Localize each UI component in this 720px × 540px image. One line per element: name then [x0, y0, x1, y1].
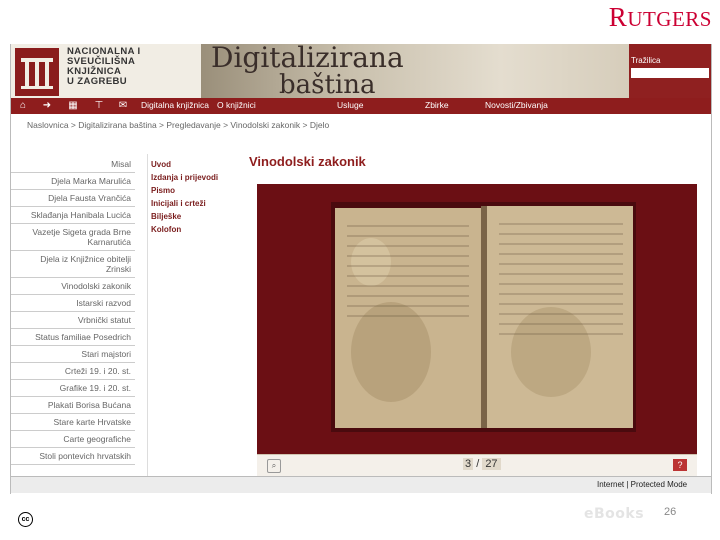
menu-item[interactable]: Vazetje Sigeta grada Brne Karnarutića: [11, 224, 135, 251]
menu-item[interactable]: Stoli pontevich hrvatskih: [11, 448, 135, 465]
breadcrumb[interactable]: Naslovnica > Digitalizirana baština > Pr…: [27, 120, 329, 130]
submenu-item[interactable]: Pismo: [151, 186, 221, 195]
arrow-icon[interactable]: ➜: [41, 100, 53, 111]
browser-status-bar: Internet | Protected Mode: [11, 476, 711, 493]
sitemap-icon[interactable]: ▦: [67, 100, 79, 111]
viewer-controls: ⌕ 3 / 27 ?: [257, 454, 697, 477]
site-header: NACIONALNA I SVEUČILIŠNA KNJIŽNICA U ZAG…: [11, 44, 711, 98]
menu-item[interactable]: Misal: [11, 156, 135, 173]
home-icon[interactable]: ⌂: [17, 100, 29, 111]
security-zone: Internet | Protected Mode: [597, 480, 688, 489]
search-input[interactable]: [631, 68, 709, 78]
submenu-item[interactable]: Uvod: [151, 160, 221, 169]
manuscript-image: [331, 202, 636, 432]
tree-icon[interactable]: ⊤: [93, 100, 105, 111]
menu-item[interactable]: Sklađanja Hanibala Lucića: [11, 207, 135, 224]
menu-item[interactable]: Stari majstori: [11, 346, 135, 363]
library-name: NACIONALNA I SVEUČILIŠNA KNJIŽNICA U ZAG…: [67, 46, 141, 87]
menu-item[interactable]: Plakati Borisa Bućana: [11, 397, 135, 414]
menu-item[interactable]: Djela Marka Marulića: [11, 173, 135, 190]
menu-item[interactable]: Vrbnički statut: [11, 312, 135, 329]
zoom-icon[interactable]: ⌕: [267, 459, 281, 473]
rutgers-logo: RUTGERS: [608, 2, 712, 32]
nav-digitalna-knjiznica[interactable]: Digitalna knjižnica: [141, 100, 209, 110]
banner-subtitle: baština: [279, 70, 376, 98]
banner-title: Digitalizirana: [211, 44, 404, 74]
submenu-item[interactable]: Izdanja i prijevodi: [151, 173, 221, 182]
nav-novosti[interactable]: Novosti/Zbivanja: [485, 100, 548, 110]
submenu-item[interactable]: Bilješke: [151, 212, 221, 221]
submenu-item[interactable]: Inicijali i crteži: [151, 199, 221, 208]
menu-item[interactable]: Status familiae Posedrich: [11, 329, 135, 346]
book-viewer[interactable]: [257, 184, 697, 454]
slide-number: 26: [664, 506, 677, 518]
menu-item[interactable]: Djela iz Knjižnice obitelji Zrinski: [11, 251, 135, 278]
page-navigator: 3 / 27: [463, 458, 501, 470]
work-submenu: Uvod Izdanja i prijevodi Pismo Inicijali…: [151, 160, 221, 238]
total-pages: 27: [482, 458, 501, 470]
menu-item[interactable]: Grafike 19. i 20. st.: [11, 380, 135, 397]
creative-commons-icon: cc: [18, 512, 33, 527]
page-title: Vinodolski zakonik: [249, 154, 366, 169]
menu-item[interactable]: Djela Fausta Vrančića: [11, 190, 135, 207]
nav-zbirke[interactable]: Zbirke: [425, 100, 449, 110]
collection-menu: Misal Djela Marka Marulića Djela Fausta …: [11, 156, 135, 465]
ebooks-logo: eBooks: [584, 506, 645, 522]
mail-icon[interactable]: ✉: [117, 100, 129, 111]
submenu-item[interactable]: Kolofon: [151, 225, 221, 234]
browser-screenshot: NACIONALNA I SVEUČILIŠNA KNJIŽNICA U ZAG…: [10, 44, 712, 494]
menu-item[interactable]: Vinodolski zakonik: [11, 278, 135, 295]
main-nav: ⌂ ➜ ▦ ⊤ ✉ Digitalna knjižnica O knjižnic…: [11, 98, 711, 114]
help-icon[interactable]: ?: [673, 459, 687, 471]
library-logo[interactable]: NACIONALNA I SVEUČILIŠNA KNJIŽNICA U ZAG…: [11, 44, 201, 98]
menu-item[interactable]: Carte geografiche: [11, 431, 135, 448]
library-emblem-icon: [15, 48, 59, 96]
nav-o-knjiznici[interactable]: O knjižnici: [217, 100, 256, 110]
column-divider: [147, 154, 148, 484]
menu-item[interactable]: Crteži 19. i 20. st.: [11, 363, 135, 380]
nav-usluge[interactable]: Usluge: [337, 100, 363, 110]
search-label: Tražilica: [631, 56, 661, 65]
page-separator: /: [476, 458, 480, 470]
menu-item[interactable]: Stare karte Hrvatske: [11, 414, 135, 431]
menu-item[interactable]: Istarski razvod: [11, 295, 135, 312]
current-page-field[interactable]: 3: [463, 458, 474, 470]
